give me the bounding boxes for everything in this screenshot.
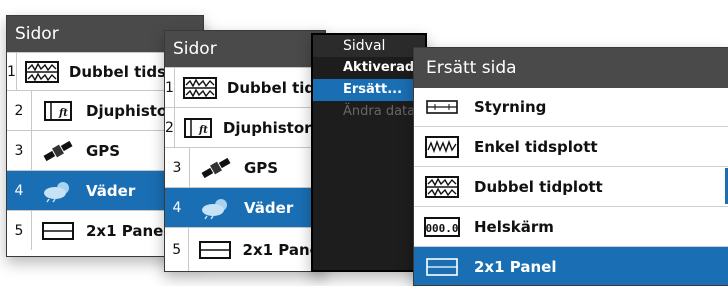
panel-title: Ersätt sida (414, 48, 728, 88)
dual-graph-icon (24, 60, 59, 83)
item-label: Enkel tidsplott (474, 137, 598, 156)
list-item-panel[interactable]: 2x1 Panel (414, 246, 728, 285)
svg-text:000.0: 000.0 (425, 222, 458, 235)
panel-icon (424, 256, 460, 278)
panel-icon (197, 239, 232, 261)
page-options-menu: Sidval Aktiverad Ersätt... Ändra data (311, 33, 427, 272)
digits-icon: 000.0 (424, 216, 460, 238)
weather-icon (198, 197, 234, 219)
item-label: 2x1 Panel (474, 257, 557, 276)
weather-icon (40, 180, 76, 202)
list-item-steering[interactable]: Styrning (414, 88, 728, 126)
list-item-full-screen[interactable]: 000.0 Helskärm (414, 206, 728, 246)
menu-item-change-data: Ändra data (343, 104, 416, 119)
item-number: 4 (165, 188, 190, 227)
menu-item-replace[interactable]: Ersätt... (313, 79, 425, 101)
panel-title: Sidor (165, 31, 325, 67)
replace-page-panel: Ersätt sida Styrning Enkel tidsplott Dub… (413, 47, 728, 286)
list-item-single-graph[interactable]: Enkel tidsplott (414, 126, 728, 166)
dual-graph-icon (424, 175, 460, 198)
list-item-weather[interactable]: 4 Väder (165, 187, 325, 227)
list-item-dual-graph[interactable]: 1 Dubbel tidsplott (165, 67, 325, 107)
list-item-depth-history[interactable]: 2 ft Djuphistorik (165, 107, 325, 147)
item-number: 3 (165, 148, 190, 187)
depth-history-icon: ft (40, 100, 76, 122)
item-label: 2x1 Panel (86, 221, 169, 240)
depth-history-icon: ft (183, 117, 213, 139)
svg-text:ft: ft (198, 125, 208, 136)
item-label: Helskärm (474, 217, 554, 236)
satellite-icon (198, 157, 234, 179)
item-label: GPS (244, 158, 279, 177)
pages-panel-2: Sidor 1 Dubbel tidsplott 2 ft Djuphistor… (164, 30, 326, 272)
item-label: Väder (86, 181, 136, 200)
steering-icon (424, 96, 460, 118)
panel-icon (40, 220, 76, 242)
list-item-panel[interactable]: 5 2x1 Panel (165, 227, 325, 271)
item-number: 3 (7, 131, 32, 170)
item-number: 1 (7, 53, 17, 90)
menu-title: Sidval (313, 35, 425, 57)
menu-item-activated[interactable]: Aktiverad (313, 57, 425, 79)
item-label: Väder (244, 198, 294, 217)
item-number: 4 (7, 171, 32, 210)
item-number: 1 (165, 68, 175, 107)
dual-graph-icon (182, 76, 217, 99)
list-item-dual-graph[interactable]: Dubbel tidplott (414, 166, 728, 206)
item-number: 2 (165, 108, 175, 147)
item-number: 2 (7, 91, 32, 130)
item-label: Styrning (474, 98, 547, 116)
item-number: 5 (165, 228, 190, 271)
single-graph-icon (424, 135, 460, 158)
svg-text:ft: ft (58, 108, 68, 119)
list-item-gps[interactable]: 3 GPS (165, 147, 325, 187)
item-label: Dubbel tidplott (474, 177, 603, 196)
satellite-icon (40, 140, 76, 162)
item-number: 5 (7, 211, 32, 250)
item-label: GPS (86, 141, 121, 160)
